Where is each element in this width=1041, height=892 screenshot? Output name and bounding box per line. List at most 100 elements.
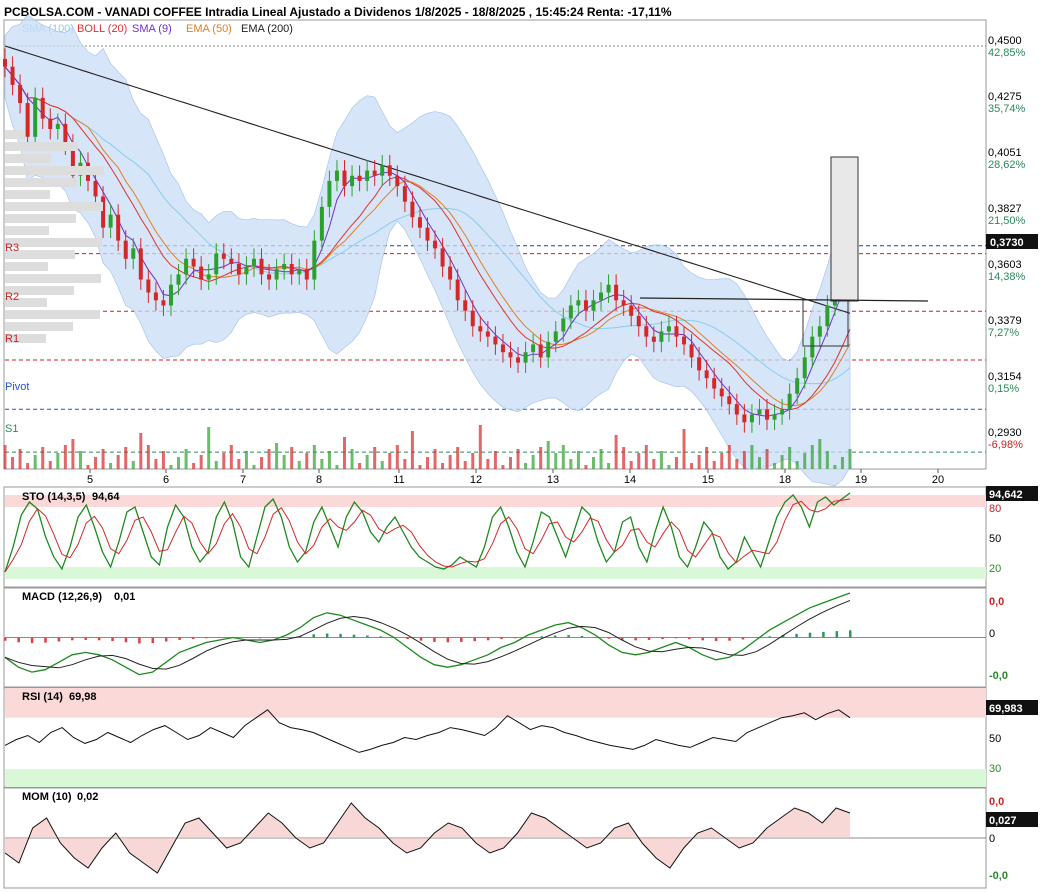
macd-histogram-bar xyxy=(325,633,329,638)
candle-body xyxy=(606,284,611,293)
volume-bar xyxy=(554,453,558,469)
candle-body xyxy=(191,258,196,267)
volume-profile-bar xyxy=(5,274,101,283)
volume-bar xyxy=(146,445,150,469)
volume-bar xyxy=(742,451,746,469)
volume-bar xyxy=(690,463,694,469)
candle-body xyxy=(410,201,415,218)
candle-body xyxy=(304,269,309,280)
candle-body xyxy=(704,370,709,379)
macd-histogram-bar xyxy=(419,637,423,641)
volume-bar xyxy=(539,447,543,469)
volume-bar xyxy=(697,455,701,469)
x-tick-label: 11 xyxy=(393,474,404,486)
rsi-badge-value: 69,983 xyxy=(989,703,1023,715)
volume-bar xyxy=(788,447,792,469)
volume-bar xyxy=(71,439,75,469)
candle-body xyxy=(131,248,136,259)
macd-histogram-bar xyxy=(795,633,798,638)
macd-histogram-bar xyxy=(500,637,503,640)
candle-body xyxy=(817,326,822,337)
volume-bar xyxy=(629,461,633,469)
macd-histogram-bar xyxy=(339,633,342,638)
volume-bar xyxy=(63,445,67,469)
candle-body xyxy=(802,357,807,379)
candle-body xyxy=(123,240,128,259)
volume-bar xyxy=(418,465,422,469)
candle-body xyxy=(289,263,294,275)
volume-bar xyxy=(11,457,15,469)
macd-histogram-bar xyxy=(486,637,490,641)
volume-bar xyxy=(131,461,135,469)
candle-body xyxy=(538,344,543,358)
candle-body xyxy=(153,292,158,301)
percent-tick-label: 35,74% xyxy=(988,103,1026,115)
volume-bar xyxy=(471,453,475,469)
mom-value: 0,02 xyxy=(77,791,98,803)
candle-body xyxy=(463,300,468,311)
macd-histogram-bar xyxy=(688,637,691,640)
macd-histogram-bar xyxy=(30,637,34,644)
candle-body xyxy=(138,248,143,280)
macd-histogram-bar xyxy=(580,635,584,638)
candle-body xyxy=(697,357,702,371)
volume-bar xyxy=(86,465,90,469)
volume-bar xyxy=(260,457,264,469)
volume-bar xyxy=(652,459,656,469)
macd-histogram-bar xyxy=(661,637,664,640)
level-r3-label: R3 xyxy=(5,242,19,254)
volume-bar xyxy=(516,449,520,469)
volume-profile-bar xyxy=(5,310,100,319)
candle-body xyxy=(629,305,634,316)
mom-label: MOM (10) xyxy=(22,791,72,803)
candle-body xyxy=(772,414,777,420)
candle-body xyxy=(433,240,438,249)
candle-body xyxy=(810,336,815,358)
macd-histogram-bar xyxy=(741,637,745,640)
candle-body xyxy=(25,103,30,137)
volume-bar xyxy=(3,445,7,469)
percent-tick-label: 14,38% xyxy=(988,271,1026,283)
macd-histogram-bar xyxy=(540,636,544,638)
macd-histogram-bar xyxy=(4,637,7,641)
candle-body xyxy=(55,123,60,130)
volume-bar xyxy=(222,453,226,469)
candle-body xyxy=(319,206,324,241)
candle-body xyxy=(48,118,53,130)
candle-body xyxy=(199,266,204,280)
price-tick-label: 0,3603 xyxy=(988,259,1022,271)
volume-bar xyxy=(154,459,158,469)
macd-histogram-bar xyxy=(97,637,101,641)
macd-histogram-bar xyxy=(366,635,369,638)
candle-body xyxy=(795,378,800,394)
volume-bar xyxy=(682,429,686,469)
x-tick-label: 5 xyxy=(87,474,93,486)
candle-body xyxy=(636,315,641,327)
legend-boll20: BOLL (20) xyxy=(77,23,127,35)
candle-body xyxy=(659,331,664,342)
candle-body xyxy=(93,180,98,197)
volume-bar xyxy=(607,463,611,469)
candle-body xyxy=(214,253,219,275)
price-tick-label: 0,3827 xyxy=(988,203,1022,215)
volume-profile-bar xyxy=(5,202,103,211)
candle-body xyxy=(583,300,588,311)
volume-profile-bar xyxy=(5,226,49,235)
macd-tick-top: 0,0 xyxy=(989,596,1004,608)
price-tick-label: 0,3154 xyxy=(988,371,1022,383)
macd-histogram-bar xyxy=(849,630,852,638)
candle-body xyxy=(470,310,475,327)
volume-bar xyxy=(78,451,82,469)
percent-tick-label: 28,62% xyxy=(988,159,1026,171)
volume-bar xyxy=(282,455,286,469)
x-tick-label: 20 xyxy=(932,474,944,486)
macd-line xyxy=(4,592,851,676)
x-tick-label: 15 xyxy=(702,474,714,486)
candle-body xyxy=(765,409,770,420)
macd-histogram-bar xyxy=(835,631,839,638)
sto-tick-50: 50 xyxy=(989,533,1001,545)
volume-bar xyxy=(177,457,181,469)
price-layer xyxy=(3,14,986,487)
candle-body xyxy=(561,318,566,332)
price-tick-label: 0,4500 xyxy=(988,35,1022,47)
